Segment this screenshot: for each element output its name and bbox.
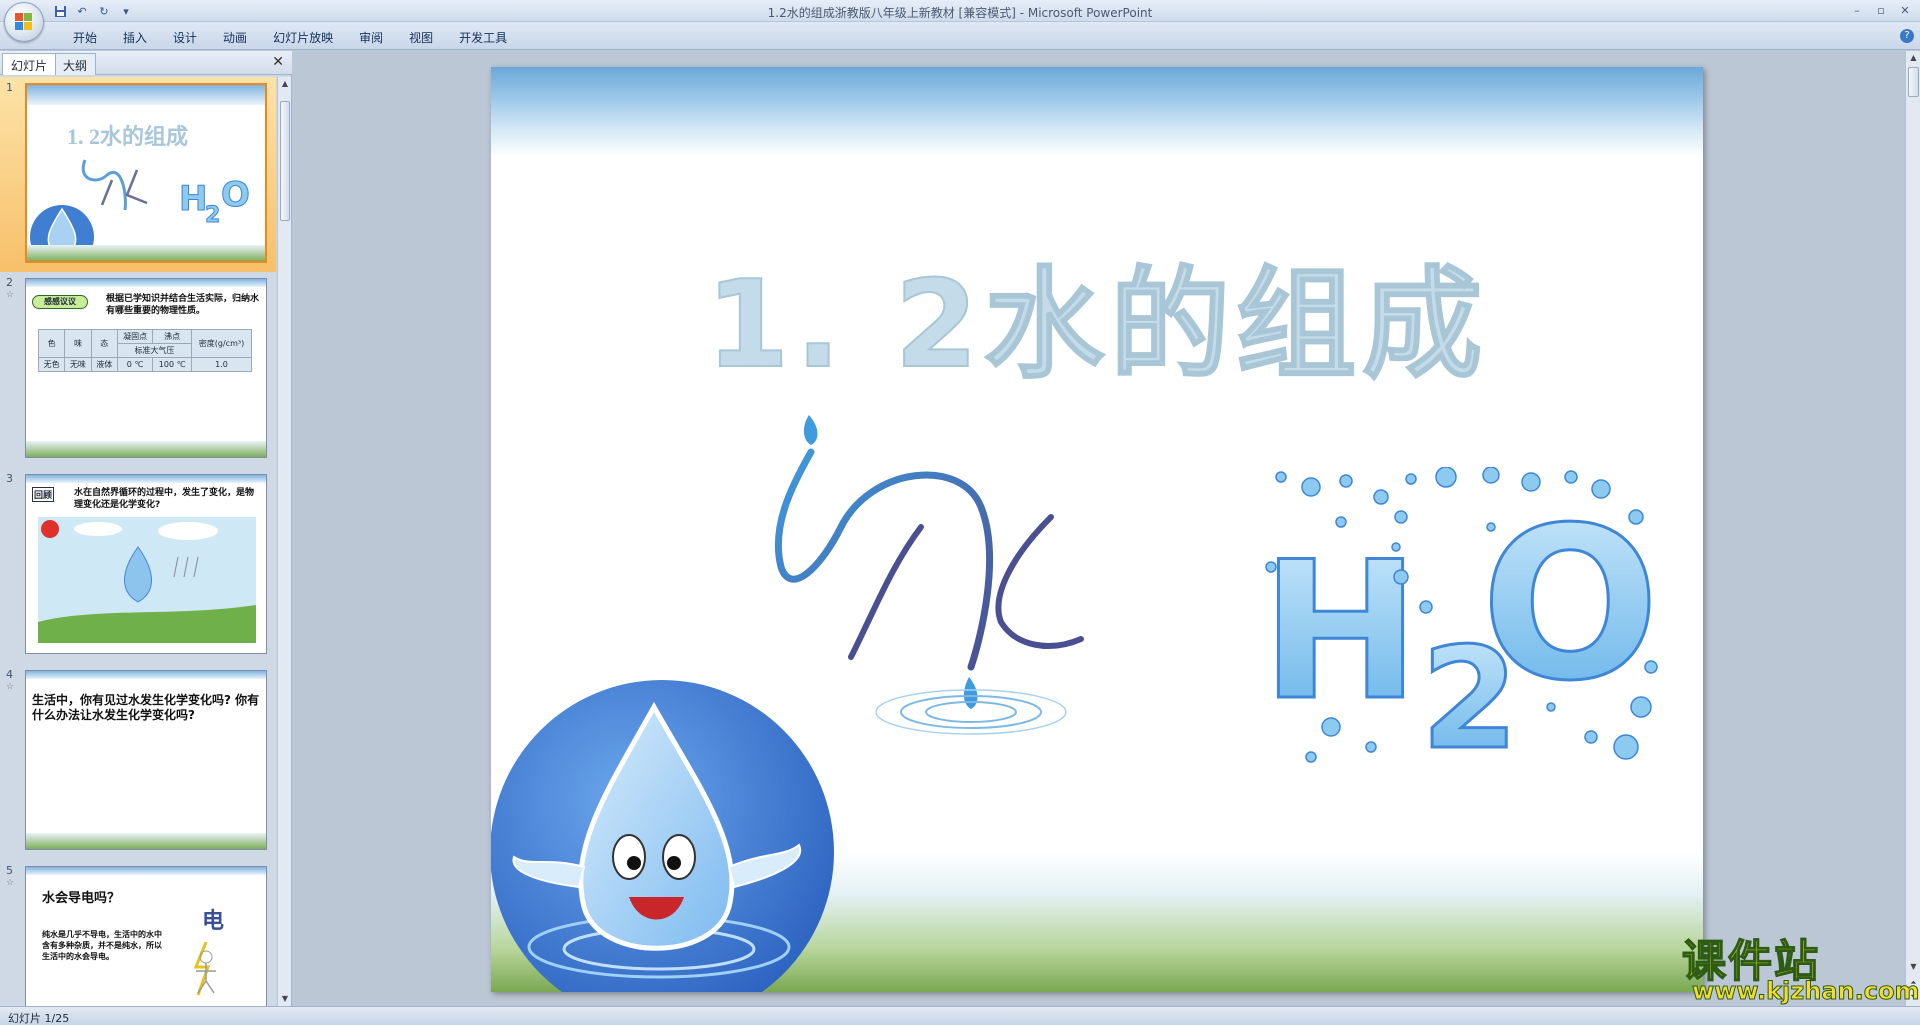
thumbnail-heading: 水会导电吗？ [42, 891, 121, 906]
thumbnail-text: 水在自然界循环的过程中，发生了变化，是物理变化还是化学变化? [74, 488, 255, 510]
title-bar: ↶ ↻ ▾ 1.2水的组成浙教版八年级上新教材 [兼容模式] - Microso… [0, 0, 1920, 42]
tab-design[interactable]: 设计 [160, 29, 210, 46]
thumbnail-canvas: 回顾 水在自然界循环的过程中，发生了变化，是物理变化还是化学变化? [25, 474, 267, 654]
slide-thumbnail-1[interactable]: 1 1. 2水的组成 H 2 O [0, 77, 276, 272]
slide-sky-background [491, 67, 1703, 157]
h2o-water-letters: H 2 O [1260, 467, 1661, 767]
watermark-logo: 课件站 www.kjzhan.com [1681, 925, 1920, 1005]
slide-thumbnail-5[interactable]: 5 ☆ 水会导电吗？ 电 纯水是几乎不导电，生活中的水中含有多种杂质，并不是纯水… [0, 860, 276, 1006]
table-cell: 0 ℃ [116, 357, 154, 372]
slide-number: 3 [6, 472, 13, 485]
ribbon: 开始 插入 设计 动画 幻灯片放映 审阅 视图 开发工具 ? [0, 22, 1920, 50]
scroll-down-icon[interactable]: ▼ [1906, 960, 1920, 974]
h2o-icon: H 2 O [179, 175, 251, 229]
tab-animations[interactable]: 动画 [210, 29, 260, 46]
water-cycle-illustration-icon [38, 517, 256, 643]
office-logo-icon [15, 13, 33, 31]
pane-tabs: 幻灯片 大纲 ✕ [0, 51, 292, 75]
tab-insert[interactable]: 插入 [110, 29, 160, 46]
lightning-figure-icon [193, 941, 216, 996]
scroll-up-icon[interactable]: ▲ [1906, 51, 1920, 65]
thumbnail-text: 根据已学知识并结合生活实际，归纳水有哪些重要的物理性质。 [106, 294, 260, 316]
table-header: 色 [37, 329, 66, 358]
ribbon-tabs: 开始 插入 设计 动画 幻灯片放映 审阅 视图 开发工具 [60, 29, 520, 46]
tab-view[interactable]: 视图 [396, 29, 446, 46]
svg-text:2: 2 [205, 203, 220, 228]
properties-table: 色 味 态 凝固点 沸点 密度(g/cm³) 标准大气压 无色 无味 液体 0 … [37, 329, 252, 372]
office-button[interactable] [4, 2, 44, 42]
scrollbar-thumb[interactable] [280, 101, 290, 221]
slide-number: 4 [6, 668, 13, 681]
thumbnail-badge: 回顾 [32, 487, 55, 502]
slide-thumbnail-2[interactable]: 2 ☆ 感感议议 根据已学知识并结合生活实际，归纳水有哪些重要的物理性质。 色 … [0, 272, 276, 468]
slide-editing-area: 1. 2水的组成 水 H [293, 51, 1905, 1006]
main-scrollbar[interactable]: ▲ ▼ ⏶ ⏷ [1905, 51, 1920, 1006]
slide-thumbnail-list: 1 1. 2水的组成 H 2 O 2 ☆ 感感议议 根据已学知识并结合生活实际，… [0, 77, 276, 1006]
thumbnail-canvas: 水会导电吗？ 电 纯水是几乎不导电，生活中的水中含有多种杂质，并不是纯水，所以生… [25, 866, 267, 1006]
tab-home[interactable]: 开始 [60, 29, 110, 46]
help-icon[interactable]: ? [1900, 29, 1914, 43]
slide-thumbnail-4[interactable]: 4 ☆ 生活中，你有见过水发生化学变化吗? 你有什么办法让水发生化学变化吗? [0, 664, 276, 860]
slide-counter: 幻灯片 1/25 [8, 1012, 70, 1025]
slide-number: 1 [6, 81, 13, 94]
table-cell: 无色 [37, 357, 66, 372]
thumbnail-canvas: 1. 2水的组成 H 2 O [25, 83, 267, 263]
window-title: 1.2水的组成浙教版八年级上新教材 [兼容模式] - Microsoft Pow… [767, 6, 1153, 20]
table-header: 态 [90, 329, 118, 358]
table-cell: 液体 [90, 357, 118, 372]
transition-star-icon: ☆ [6, 290, 15, 300]
thumbnail-text: 纯水是几乎不导电，生活中的水中含有多种杂质，并不是纯水，所以生活中的水会导电。 [42, 930, 162, 961]
formula-main: H [1261, 521, 1420, 742]
table-cell: 无味 [64, 357, 92, 372]
table-cell: 1.0 [191, 357, 252, 372]
table-header: 沸点 [152, 329, 192, 344]
tab-review[interactable]: 审阅 [346, 29, 396, 46]
thumbnail-badge: 感感议议 [32, 295, 88, 309]
close-icon[interactable]: ✕ [1894, 2, 1916, 18]
thumbnail-label: 电 [202, 909, 225, 934]
thumbnail-scrollbar[interactable]: ▲ ▼ [277, 77, 291, 1006]
svg-text:H: H [179, 179, 207, 219]
transition-star-icon: ☆ [6, 878, 15, 888]
table-subheader: 标准大气压 [116, 343, 193, 358]
thumbnail-canvas: 生活中，你有见过水发生化学变化吗? 你有什么办法让水发生化学变化吗? [25, 670, 267, 850]
slide-canvas[interactable]: 1. 2水的组成 水 H [491, 67, 1703, 992]
window-controls: – ▫ ✕ [1846, 2, 1916, 18]
status-bar: 幻灯片 1/25 [0, 1006, 1920, 1025]
watermark-url: www.kjzhan.com [1691, 977, 1920, 1006]
minimize-icon[interactable]: – [1846, 2, 1868, 18]
thumbnail-text: 生活中，你有见过水发生化学变化吗? 你有什么办法让水发生化学变化吗? [32, 693, 260, 722]
tab-slides[interactable]: 幻灯片 [2, 53, 57, 75]
maximize-icon[interactable]: ▫ [1870, 2, 1892, 18]
tab-outline[interactable]: 大纲 [54, 53, 97, 75]
scroll-down-icon[interactable]: ▼ [278, 992, 292, 1006]
slide-number: 5 [6, 864, 13, 877]
tab-slideshow[interactable]: 幻灯片放映 [260, 29, 346, 46]
water-drop-mascot [491, 680, 834, 992]
scrollbar-thumb[interactable] [1908, 67, 1919, 97]
table-header: 密度(g/cm³) [191, 329, 252, 358]
thumbnail-title: 1. 2水的组成 [67, 124, 189, 149]
scroll-up-icon[interactable]: ▲ [278, 77, 292, 91]
thumbnail-canvas: 感感议议 根据已学知识并结合生活实际，归纳水有哪些重要的物理性质。 色 味 态 … [25, 278, 267, 458]
tab-developer[interactable]: 开发工具 [446, 29, 520, 46]
slide-number: 2 [6, 276, 13, 289]
slide-thumbnail-3[interactable]: 3 回顾 水在自然界循环的过程中，发生了变化，是物理变化还是化学变化? [0, 468, 276, 664]
slides-pane: 幻灯片 大纲 ✕ 1 1. 2水的组成 H 2 O 2 ☆ 感感议议 根据已学知… [0, 51, 292, 1006]
table-header: 味 [64, 329, 92, 358]
slide-title[interactable]: 1. 2水的组成 [491, 227, 1703, 401]
svg-text:O: O [221, 175, 250, 215]
pane-close-icon[interactable]: ✕ [272, 54, 284, 70]
table-cell: 100 ℃ [152, 357, 192, 372]
table-header: 凝固点 [116, 329, 154, 344]
transition-star-icon: ☆ [6, 682, 15, 692]
